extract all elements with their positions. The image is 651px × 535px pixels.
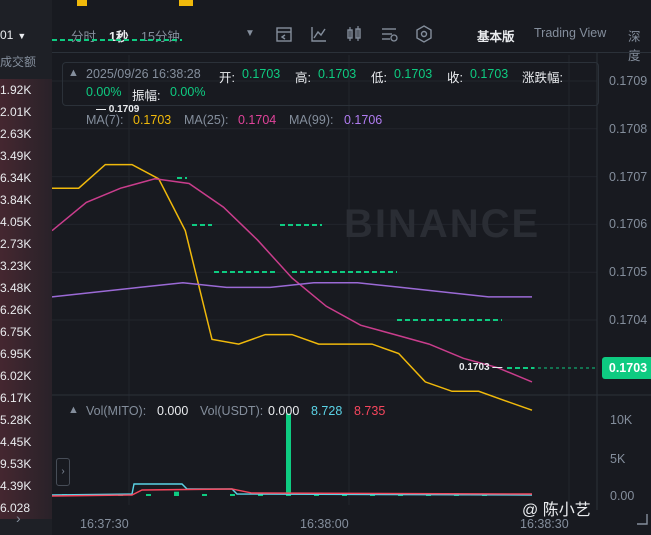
volume-bar xyxy=(174,491,179,496)
amplitude-label: 振幅: xyxy=(132,89,161,103)
ma7-label: MA(7): xyxy=(86,113,124,127)
turnover-row: 5.28K xyxy=(0,409,52,431)
turnover-row: 6.028 xyxy=(0,497,52,519)
turnover-row: 9.53K xyxy=(0,453,52,475)
turnover-row: 4.45K xyxy=(0,431,52,453)
price-axis-label: 0.1707 xyxy=(609,169,648,184)
open-label: 开: xyxy=(219,71,235,85)
ma99-value: 0.1706 xyxy=(344,113,383,127)
price-axis-label: 0.1704 xyxy=(609,313,648,327)
vol-mito-label: Vol(MITO): xyxy=(86,404,147,418)
change-label: 涨跌幅: xyxy=(522,71,563,85)
price-axis-label: 0.1708 xyxy=(609,121,648,136)
high-label: 高: xyxy=(295,71,311,85)
volume-axis-label: 5K xyxy=(610,452,626,466)
close-value: 0.1703 xyxy=(470,67,509,81)
order-book-strip: 01 ▼ 成交额 1.92K 2.01K 2.63K 3.49K 6.34K 3.84K 4.… xyxy=(0,0,52,535)
ma25-value: 0.1704 xyxy=(238,113,277,127)
pair-selector[interactable]: 01 ▼ xyxy=(0,28,26,42)
fullscreen-icon[interactable] xyxy=(635,512,649,526)
vol-ma-b-value: 8.735 xyxy=(354,404,386,418)
ma25-label: MA(25): xyxy=(184,113,229,127)
turnover-row: 3.48K xyxy=(0,277,52,299)
price-axis-label: 0.1709 xyxy=(609,74,648,88)
change-value: 0.00% xyxy=(86,85,122,99)
vol-mito-value: 0.000 xyxy=(157,404,189,418)
volume-bar xyxy=(230,494,235,496)
turnover-row: 4.39K xyxy=(0,475,52,497)
volume-bar xyxy=(286,413,291,496)
low-value: 0.1703 xyxy=(394,67,433,81)
turnover-row: 1.92K xyxy=(0,79,52,101)
expand-button[interactable]: › xyxy=(56,458,70,486)
high-value: 0.1703 xyxy=(318,67,357,81)
price-axis-label: 0.1705 xyxy=(609,265,648,280)
amplitude-value: 0.00% xyxy=(170,85,206,99)
ohlc-datetime: 2025/09/26 16:38:28 xyxy=(86,67,201,81)
chevron-right-icon[interactable]: › xyxy=(16,510,21,526)
chart-panel: 分时 1秒 15分钟 ▼ 基本版 Trading View 深度 ▲ 2025/… xyxy=(52,0,651,535)
vol-ma-a-value: 8.728 xyxy=(311,404,343,418)
collapse-icon[interactable]: ▲ xyxy=(68,404,79,416)
turnover-row: 2.73K xyxy=(0,233,52,255)
turnover-row: 2.01K xyxy=(0,101,52,123)
time-axis-label: 16:37:30 xyxy=(80,517,129,531)
volume-bar xyxy=(146,494,151,496)
close-label: 收: xyxy=(447,71,463,85)
volume-axis-label: 0.00 xyxy=(610,489,635,503)
volume-axis-label: 10K xyxy=(610,413,633,427)
current-price-tag: 0.1703 xyxy=(602,357,651,379)
turnover-row: 3.23K xyxy=(0,255,52,277)
chevron-down-icon: ▼ xyxy=(17,31,27,41)
vol-usdt-value: 0.000 xyxy=(268,404,300,418)
watermark-user: @ 陈小艺 xyxy=(522,502,591,519)
turnover-row: 6.34K xyxy=(0,167,52,189)
low-marker: 0.1703 — xyxy=(459,362,503,373)
time-axis-label: 16:38:00 xyxy=(300,517,349,531)
turnover-row: 3.49K xyxy=(0,145,52,167)
turnover-row: 6.75K xyxy=(0,321,52,343)
turnover-row: 4.05K xyxy=(0,211,52,233)
turnover-row: 6.26K xyxy=(0,299,52,321)
turnover-row: 6.17K xyxy=(0,387,52,409)
vol-usdt-label: Vol(USDT): xyxy=(200,404,264,418)
high-marker: — 0.1709 xyxy=(96,104,140,115)
volume-bar xyxy=(202,494,207,496)
ma-line-2 xyxy=(52,281,532,298)
turnover-row: 6.95K xyxy=(0,343,52,365)
price-axis-label: 0.1706 xyxy=(609,217,648,232)
watermark-brand: BINANCE xyxy=(344,202,541,246)
turnover-row: 3.84K xyxy=(0,189,52,211)
volume-bars xyxy=(52,413,533,497)
open-value: 0.1703 xyxy=(242,67,281,81)
ma99-label: MA(99): xyxy=(289,113,334,127)
turnover-header: 成交额 xyxy=(0,55,37,69)
collapse-icon[interactable]: ▲ xyxy=(68,67,79,79)
turnover-row: 6.02K xyxy=(0,365,52,387)
ma7-value: 0.1703 xyxy=(133,113,172,127)
turnover-row: 2.63K xyxy=(0,123,52,145)
low-label: 低: xyxy=(371,71,387,85)
